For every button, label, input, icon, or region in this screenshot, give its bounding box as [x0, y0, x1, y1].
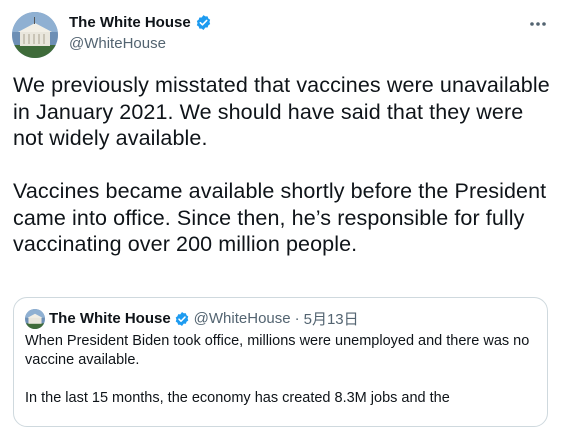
more-icon[interactable]: [526, 14, 550, 34]
tweet-paragraph: We previously misstated that vaccines we…: [13, 73, 550, 150]
quoted-author-handle: @WhiteHouse: [193, 310, 291, 327]
quoted-tweet-date: 5月13日: [303, 311, 359, 328]
quoted-tweet-header: The White House @WhiteHouse · 5月13日: [25, 308, 359, 329]
quoted-paragraph: When President Biden took office, millio…: [25, 333, 530, 368]
tweet-paragraph: Vaccines became available shortly before…: [13, 179, 547, 256]
quoted-tweet[interactable]: The White House @WhiteHouse · 5月13日 When…: [13, 297, 548, 427]
author-avatar[interactable]: [12, 12, 58, 58]
tweet-text: We previously misstated that vaccines we…: [13, 72, 553, 258]
author-handle[interactable]: @WhiteHouse: [69, 35, 166, 52]
quoted-author-avatar: [25, 308, 45, 329]
verified-badge-icon: [174, 311, 190, 327]
quoted-paragraph: In the last 15 months, the economy has c…: [25, 390, 450, 406]
author-name-text: The White House: [69, 14, 191, 31]
verified-badge-icon: [195, 14, 212, 31]
author-name[interactable]: The White House: [69, 14, 212, 31]
quoted-tweet-text: When President Biden took office, millio…: [25, 332, 535, 408]
separator-dot: ·: [294, 310, 300, 327]
quoted-author-name: The White House: [49, 310, 171, 327]
